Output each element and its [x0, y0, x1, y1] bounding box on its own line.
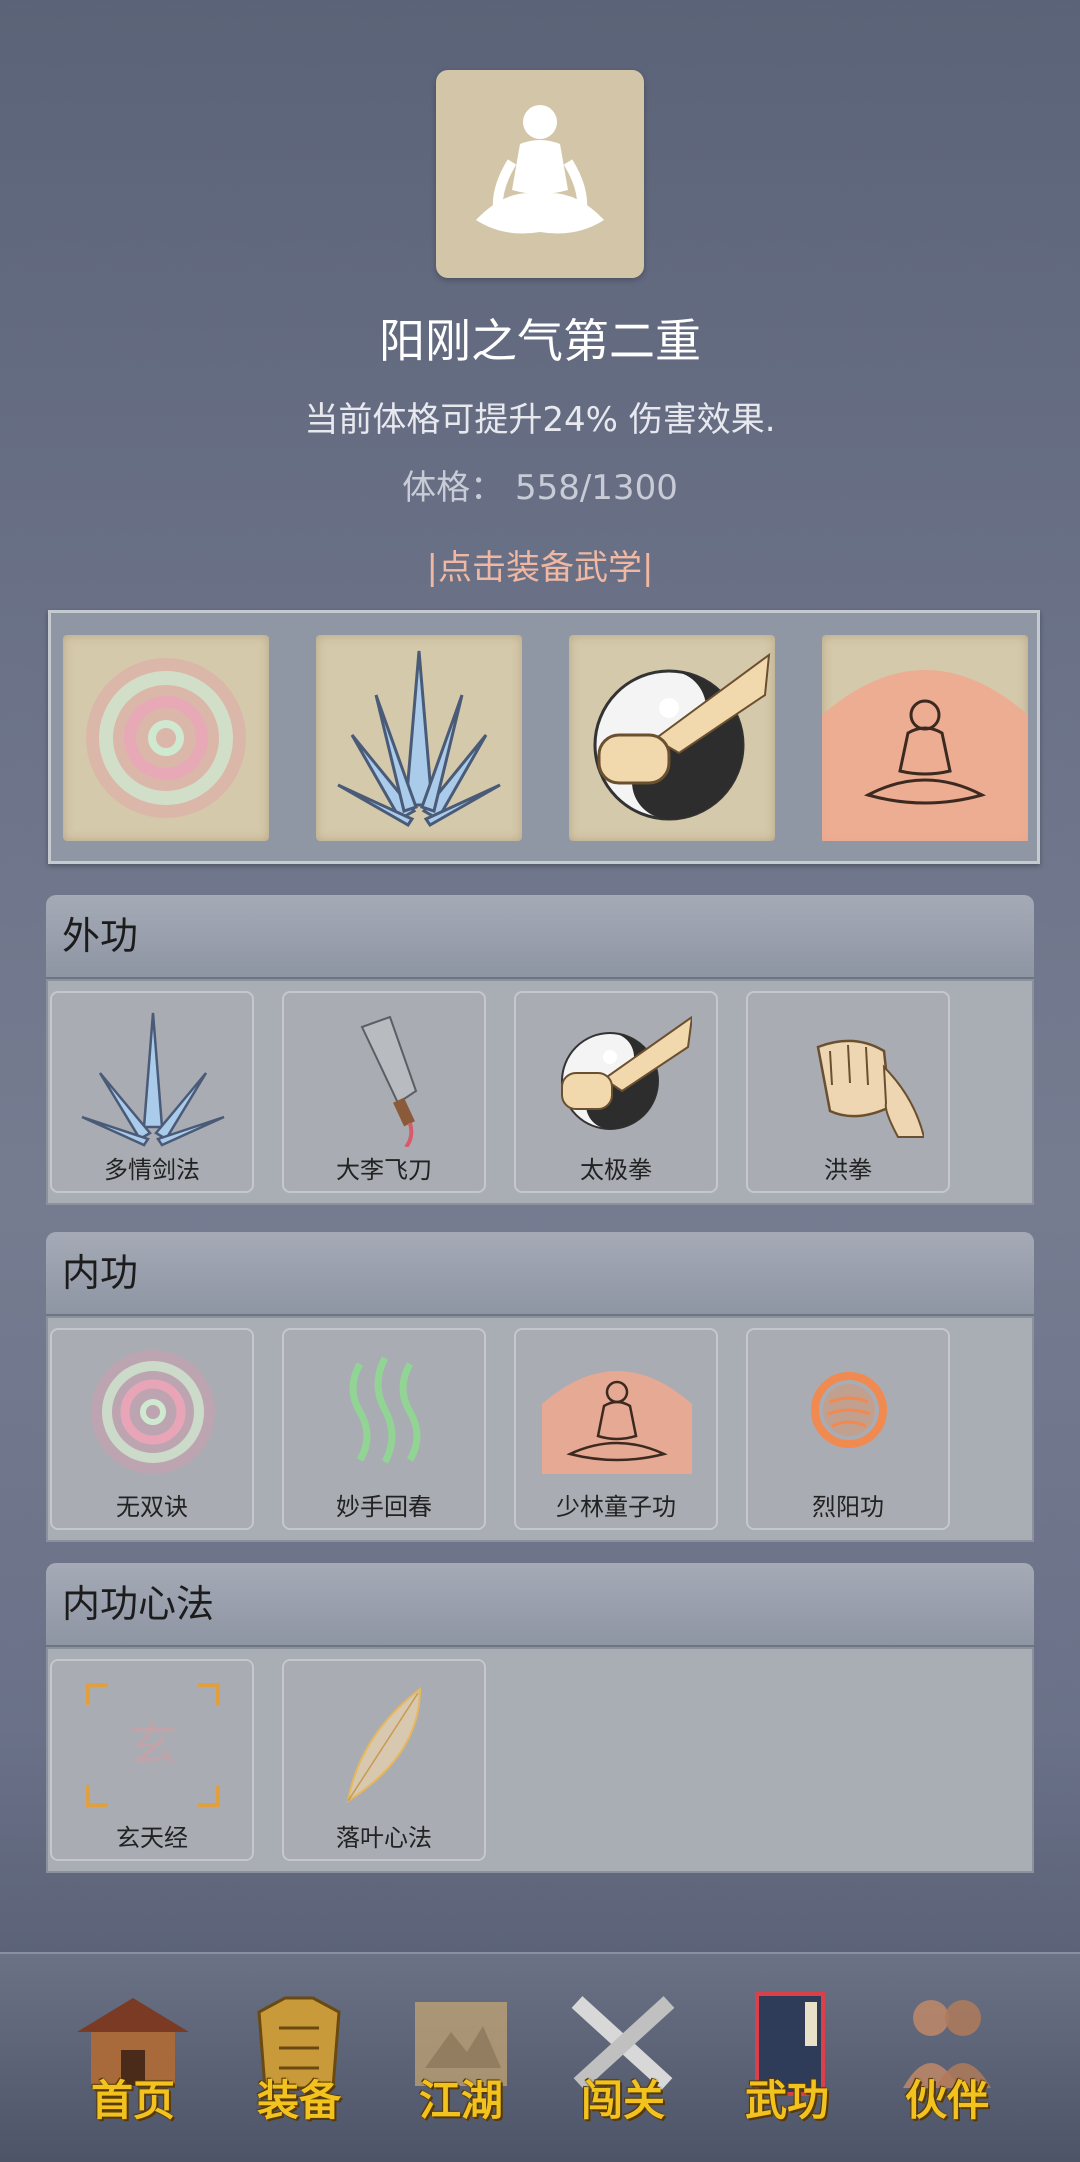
taiji-fist-icon — [561, 1015, 692, 1130]
skill-title: 阳刚之气第二重 — [379, 314, 701, 368]
skill-label: 烈阳功 — [812, 1493, 884, 1521]
section-grid: 无双诀 妙手回春 少林童子功 烈阳功 — [46, 1316, 1034, 1542]
meditation-aura-icon — [822, 670, 1028, 841]
sun-orb-icon — [811, 1372, 887, 1448]
stat-line: 体格： 558/1300 — [0, 460, 1080, 509]
nav-label: 装备 — [256, 2076, 341, 2125]
skill-card-wushuang[interactable]: 无双诀 — [50, 1328, 254, 1530]
green-waves-icon — [349, 1356, 421, 1464]
section-title: 内功心法 — [46, 1563, 1034, 1647]
skill-label: 洪拳 — [824, 1156, 872, 1184]
section-title: 外功 — [46, 895, 1034, 979]
section-internal: 内功 无双诀 妙手回春 少林童子功 烈阳功 — [46, 1232, 1034, 1542]
nav-label: 江湖 — [418, 2076, 503, 2125]
equip-skill-link[interactable]: |点击装备武学| — [0, 540, 1080, 589]
equipped-slot-3[interactable] — [569, 635, 775, 841]
skill-label: 妙手回春 — [336, 1493, 432, 1521]
skill-label: 少林童子功 — [556, 1493, 676, 1521]
leaf-icon — [346, 1686, 422, 1804]
nav-label: 伙伴 — [904, 2076, 989, 2125]
skill-card-hongquan[interactable]: 洪拳 — [746, 991, 950, 1193]
flying-knife-icon — [360, 1015, 418, 1147]
equipped-slot-1[interactable] — [63, 635, 269, 841]
xuan-scroll-icon: 玄 — [86, 1683, 220, 1807]
meditation-aura-icon — [542, 1371, 692, 1474]
skill-card-lieyang[interactable]: 烈阳功 — [746, 1328, 950, 1530]
skill-card-xuantian[interactable]: 玄 玄天经 — [50, 1659, 254, 1861]
stat-value: 558/1300 — [514, 468, 678, 508]
skill-card-luoye[interactable]: 落叶心法 — [282, 1659, 486, 1861]
nav-label: 首页 — [90, 2076, 175, 2125]
section-mindset: 内功心法 玄 玄天经 落叶心法 — [46, 1563, 1034, 1873]
equipped-skills-panel — [48, 610, 1040, 864]
equipped-slot-4[interactable] — [822, 635, 1028, 841]
skill-card-duoqing[interactable]: 多情剑法 — [50, 991, 254, 1193]
stat-label: 体格： — [402, 468, 505, 508]
bottom-nav: 首页 装备 江湖 闯关 武功 伙伴 — [0, 1952, 1080, 2162]
nav-label: 武功 — [744, 2076, 829, 2125]
skill-label: 太极拳 — [580, 1156, 652, 1184]
section-grid: 玄 玄天经 落叶心法 — [46, 1647, 1034, 1873]
skill-label: 大李飞刀 — [336, 1156, 432, 1184]
skill-label: 无双诀 — [116, 1493, 188, 1521]
section-title: 内功 — [46, 1232, 1034, 1316]
nav-martial-arts[interactable]: 武功 — [712, 1984, 862, 2134]
swirl-energy-icon — [86, 658, 246, 818]
fist-icon — [816, 1039, 924, 1138]
taiji-fist-icon — [593, 652, 771, 821]
nav-equipment[interactable]: 装备 — [224, 1984, 374, 2134]
skill-card-tongzi[interactable]: 少林童子功 — [514, 1328, 718, 1530]
nav-companions[interactable]: 伙伴 — [872, 1984, 1022, 2134]
nav-challenge[interactable]: 闯关 — [548, 1984, 698, 2134]
nav-home[interactable]: 首页 — [58, 1984, 208, 2134]
skill-card-taiji[interactable]: 太极拳 — [514, 991, 718, 1193]
nav-jianghu[interactable]: 江湖 — [386, 1984, 536, 2134]
skill-label: 玄天经 — [116, 1824, 188, 1852]
meditating-figure-icon — [476, 105, 604, 234]
skill-label: 落叶心法 — [336, 1824, 432, 1852]
blue-swords-icon — [81, 1012, 225, 1147]
section-grid: 多情剑法 大李飞刀 太极拳 洪拳 — [46, 979, 1034, 1205]
svg-text:玄: 玄 — [129, 1717, 177, 1773]
skill-portrait — [436, 70, 644, 278]
swirl-energy-icon — [91, 1350, 215, 1474]
skill-card-miaoshou[interactable]: 妙手回春 — [282, 1328, 486, 1530]
skill-label: 多情剑法 — [104, 1156, 200, 1184]
nav-label: 闯关 — [580, 2076, 665, 2125]
skill-description: 当前体格可提升24% 伤害效果. — [304, 400, 776, 440]
section-external: 外功 多情剑法 大李飞刀 太极拳 洪拳 — [46, 895, 1034, 1205]
blue-swords-icon — [337, 650, 501, 827]
equipped-slot-2[interactable] — [316, 635, 522, 841]
skill-card-feidao[interactable]: 大李飞刀 — [282, 991, 486, 1193]
